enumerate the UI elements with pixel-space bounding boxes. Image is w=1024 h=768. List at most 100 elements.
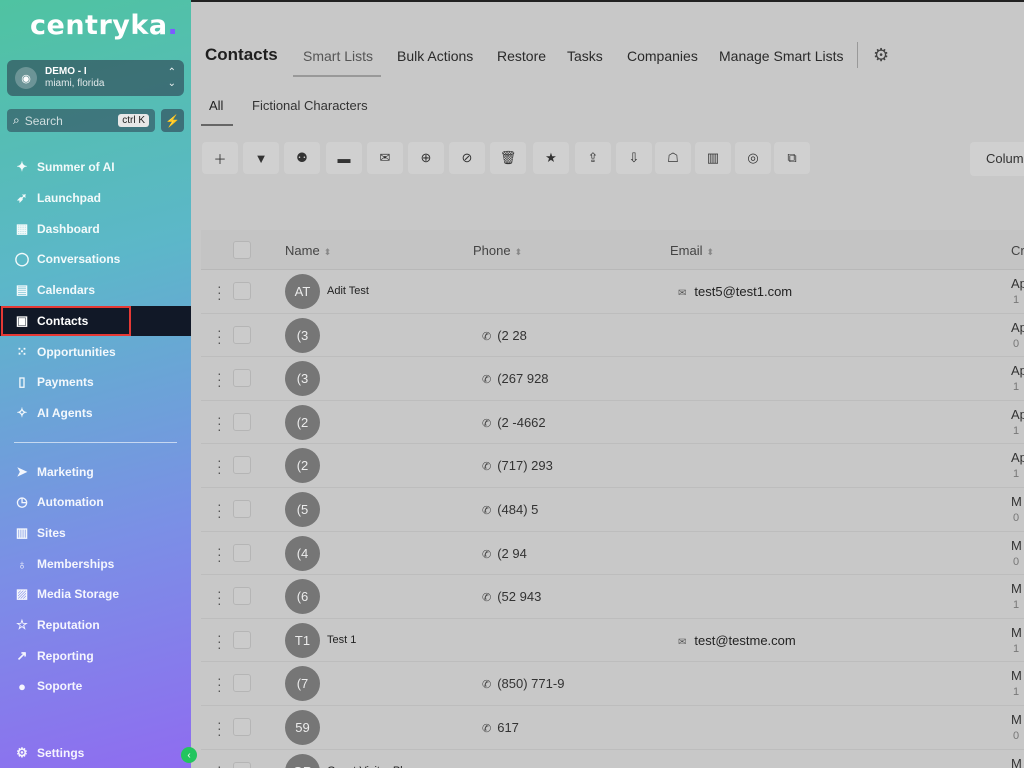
tab-restore[interactable]: Restore	[497, 48, 546, 64]
contact-phone[interactable]: ✆ (267 928	[482, 371, 549, 386]
avatar[interactable]: (7	[285, 666, 320, 702]
avatar[interactable]: (5	[285, 492, 320, 527]
company-icon[interactable]: ▥	[695, 142, 731, 174]
drag-handle-icon[interactable]: ···	[217, 366, 223, 392]
table-row[interactable]: · · · T1 Test 1 ✉ test@testme.com M 1	[201, 619, 1024, 663]
drag-handle-icon[interactable]: ···	[217, 584, 223, 610]
collapse-sidebar-chevron-left-icon[interactable]: ‹	[181, 747, 197, 763]
contact-phone[interactable]: ✆ (2 94	[482, 546, 527, 561]
contact-phone[interactable]: ✆ (717) 293	[482, 458, 553, 473]
select-all-checkbox[interactable]	[233, 241, 251, 259]
table-row[interactable]: · · · (3 ✆ (267 928 Ap 1	[201, 357, 1024, 401]
row-checkbox[interactable]	[233, 456, 251, 475]
row-checkbox[interactable]	[233, 282, 251, 300]
bot-icon[interactable]: ⚉	[284, 142, 320, 174]
row-checkbox[interactable]	[233, 587, 251, 606]
sidebar-item-contacts[interactable]: ▣ Contacts	[0, 306, 191, 336]
table-row[interactable]: · · · AT Adit Test ✉ test5@test1.com Ap 1	[201, 270, 1024, 314]
brand-logo[interactable]: centryka.	[30, 10, 178, 41]
sidebar-item-summer-of-ai[interactable]: ✦ Summer of AI	[0, 152, 191, 182]
remove-tag-icon[interactable]: ⊘	[449, 142, 485, 174]
sidebar-item-marketing[interactable]: ➤ Marketing	[0, 457, 191, 487]
row-checkbox[interactable]	[233, 325, 251, 344]
table-row[interactable]: ··· GR Guest Visitor Phone M	[201, 750, 1024, 768]
quick-action-bolt-icon[interactable]: ⚡	[161, 109, 184, 132]
column-phone[interactable]: Phone ⬍	[473, 243, 522, 258]
avatar[interactable]: AT	[285, 274, 320, 309]
search-input[interactable]: ⌕ Search ctrl K	[7, 109, 155, 132]
sidebar-item-opportunities[interactable]: ⁙ Opportunities	[0, 337, 191, 367]
row-checkbox[interactable]	[233, 674, 251, 693]
sidebar-item-reporting[interactable]: ↗ Reporting	[0, 641, 191, 671]
row-checkbox[interactable]	[233, 412, 251, 431]
columns-button[interactable]: Colum	[970, 142, 1024, 176]
table-row[interactable]: · · · (6 ✆ (52 943 M 1	[201, 575, 1024, 619]
sidebar-item-calendars[interactable]: ▤ Calendars	[0, 275, 191, 305]
row-checkbox[interactable]	[233, 369, 251, 388]
tab-tasks[interactable]: Tasks	[567, 48, 603, 64]
avatar[interactable]: 59	[285, 710, 320, 745]
avatar[interactable]: (3	[285, 317, 320, 353]
sms-icon[interactable]: ▬	[326, 142, 362, 174]
sidebar-item-media-storage[interactable]: ▨ Media Storage	[0, 579, 191, 609]
contact-name[interactable]: Guest Visitor Phone	[327, 765, 425, 768]
drag-handle-icon[interactable]: ···	[217, 759, 223, 768]
review-icon[interactable]: ☖	[655, 142, 691, 174]
table-row[interactable]: · · · (5 ✆ (484) 5 M 0	[201, 488, 1024, 532]
drag-handle-icon[interactable]: ···	[217, 410, 223, 436]
table-row[interactable]: · · · (2 ✆ (2 -4662 Ap 1	[201, 401, 1024, 445]
sidebar-item-reputation[interactable]: ☆ Reputation	[0, 610, 191, 640]
sidebar-item-sites[interactable]: ▥ Sites	[0, 518, 191, 548]
contact-name[interactable]: Test 1	[327, 634, 356, 646]
avatar[interactable]: (4	[285, 535, 320, 571]
column-email[interactable]: Email ⬍	[670, 243, 714, 258]
table-row[interactable]: · · · (4 ✆ (2 94 M 0	[201, 532, 1024, 576]
row-checkbox[interactable]	[233, 761, 251, 768]
table-row[interactable]: · · · (3 ✆ (2 28 Ap 0	[201, 314, 1024, 358]
whatsapp-icon[interactable]: ◎	[735, 142, 771, 174]
drag-handle-icon[interactable]: ···	[217, 279, 223, 305]
contact-name[interactable]: Adit Test	[327, 285, 369, 297]
sidebar-item-ai-agents[interactable]: ✧ AI Agents	[0, 398, 191, 428]
avatar[interactable]: (6	[285, 579, 320, 615]
drag-handle-icon[interactable]: ···	[217, 671, 223, 697]
avatar[interactable]: (2	[285, 404, 320, 440]
contact-phone[interactable]: ✆ (52 943	[482, 589, 541, 604]
drag-handle-icon[interactable]: ···	[217, 715, 223, 741]
star-icon[interactable]: ★	[533, 142, 569, 174]
add-contact-plus-icon[interactable]: ＋	[202, 142, 238, 174]
table-row[interactable]: · · · (7 ✆ (850) 771-9 M 1	[201, 662, 1024, 706]
settings-gear-icon[interactable]: ⚙	[873, 45, 889, 66]
delete-icon[interactable]: 🗑	[490, 142, 526, 174]
subtab-fictional-characters[interactable]: Fictional Characters	[252, 98, 368, 113]
contact-phone[interactable]: ✆ (2 -4662	[482, 415, 546, 430]
sidebar-item-automation[interactable]: ◷ Automation	[0, 487, 191, 517]
contact-phone[interactable]: ✆ 617	[482, 720, 519, 735]
merge-icon[interactable]: ⧉	[774, 142, 810, 174]
drag-handle-icon[interactable]: ···	[217, 541, 223, 567]
avatar[interactable]: (2	[285, 448, 320, 484]
contact-phone[interactable]: ✆ (2 28	[482, 328, 527, 343]
drag-handle-icon[interactable]: ···	[217, 497, 223, 523]
avatar[interactable]: (3	[285, 361, 320, 397]
subtab-all[interactable]: All	[209, 98, 223, 113]
tab-companies[interactable]: Companies	[627, 48, 698, 64]
sidebar-item-memberships[interactable]: ♁ Memberships	[0, 549, 191, 579]
sidebar-item-launchpad[interactable]: ➶ Launchpad	[0, 183, 191, 213]
export-icon[interactable]: ⇪	[575, 142, 611, 174]
sidebar-item-settings[interactable]: ⚙ Settings	[0, 738, 191, 768]
drag-handle-icon[interactable]: ···	[217, 628, 223, 654]
row-checkbox[interactable]	[233, 543, 251, 562]
account-switcher[interactable]: ◉ DEMO - I miami, florida ⌃ ⌄	[7, 60, 184, 96]
contact-phone[interactable]: ✆ (850) 771-9	[482, 676, 564, 691]
drag-handle-icon[interactable]: ···	[217, 453, 223, 479]
column-created[interactable]: Cr	[1011, 243, 1024, 258]
avatar[interactable]: T1	[285, 622, 320, 658]
row-checkbox[interactable]	[233, 500, 251, 518]
add-tag-icon[interactable]: ⊕	[408, 142, 444, 174]
table-row[interactable]: · · · (2 ✆ (717) 293 Ap 1	[201, 444, 1024, 488]
sidebar-item-conversations[interactable]: ◯ Conversations	[0, 244, 191, 274]
sidebar-item-payments[interactable]: ▯ Payments	[0, 367, 191, 397]
sidebar-item-soporte[interactable]: ● Soporte	[0, 671, 191, 701]
contact-phone[interactable]: ✆ (484) 5	[482, 502, 538, 517]
